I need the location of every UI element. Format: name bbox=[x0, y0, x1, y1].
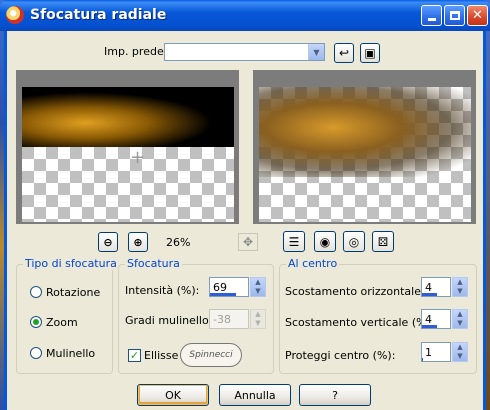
source-preview-canvas[interactable]: + bbox=[22, 87, 234, 222]
v-offset-spinner[interactable]: ▲ ▼ bbox=[452, 309, 468, 329]
blur-type-title: Tipo di sfocatura bbox=[23, 257, 119, 270]
help-button[interactable]: ? bbox=[299, 384, 371, 406]
crosshair-icon: + bbox=[130, 147, 146, 168]
zoom-in-button[interactable]: ⊕ bbox=[128, 232, 148, 252]
source-preview[interactable]: + bbox=[16, 70, 239, 224]
auto-proof-eye-icon: ◎ bbox=[348, 234, 360, 249]
twirl-degrees-label: Gradi mulinello: bbox=[125, 314, 213, 327]
intensity-spinner[interactable]: ▲ ▼ bbox=[250, 277, 266, 297]
radio-rotation-label[interactable]: Rotazione bbox=[46, 286, 100, 299]
reset-arrow-icon: ↩ bbox=[338, 46, 350, 60]
minimize-button[interactable] bbox=[421, 5, 442, 26]
twirl-degrees-value: -38 bbox=[213, 313, 231, 326]
protect-center-value: 1 bbox=[425, 346, 432, 359]
radio-twirl[interactable] bbox=[30, 347, 42, 359]
app-icon bbox=[6, 6, 24, 24]
radial-blur-dialog: Sfocatura radiale ✕ Imp. predef.: ▼ ↩ ▣ … bbox=[0, 0, 490, 410]
pan-icon[interactable]: ✥ bbox=[238, 233, 258, 251]
protect-center-input[interactable]: 1 bbox=[421, 342, 451, 362]
h-offset-slider-bar[interactable] bbox=[422, 293, 437, 296]
result-preview[interactable] bbox=[253, 70, 476, 224]
blur-title: Sfocatura bbox=[125, 257, 182, 270]
title-bar[interactable]: Sfocatura radiale ✕ bbox=[0, 0, 490, 31]
h-offset-input[interactable]: 4 bbox=[421, 277, 451, 297]
randomize-button[interactable]: ⚄ bbox=[372, 231, 394, 252]
proof-eye-icon: ◉ bbox=[319, 234, 331, 249]
reset-preset-button[interactable]: ↩ bbox=[334, 43, 354, 63]
radio-zoom-label[interactable]: Zoom bbox=[46, 316, 78, 329]
window-title: Sfocatura radiale bbox=[30, 7, 167, 23]
save-floppy-icon: ▣ bbox=[364, 46, 376, 60]
intensity-label: Intensità (%): bbox=[125, 284, 200, 297]
intensity-slider-bar[interactable] bbox=[210, 293, 237, 296]
zoom-out-button[interactable]: ⊖ bbox=[98, 232, 118, 252]
zoom-out-icon: ⊖ bbox=[103, 235, 113, 249]
ok-button[interactable]: OK bbox=[137, 384, 209, 406]
close-icon: ✕ bbox=[472, 8, 483, 23]
randomize-dice-icon: ⚄ bbox=[377, 234, 389, 249]
watermark-text: Spinnecci bbox=[189, 350, 233, 360]
chevron-down-icon[interactable]: ▼ bbox=[308, 44, 324, 60]
h-offset-spinner[interactable]: ▲ ▼ bbox=[452, 277, 468, 297]
protect-center-spinner[interactable]: ▲ ▼ bbox=[452, 342, 468, 362]
radio-zoom[interactable] bbox=[30, 316, 42, 328]
settings-list-icon: ☰ bbox=[288, 234, 300, 249]
result-preview-canvas bbox=[259, 87, 471, 222]
intensity-input[interactable]: 69 bbox=[209, 277, 249, 297]
twirl-degrees-spinner: ▲ ▼ bbox=[250, 309, 266, 329]
blurred-image bbox=[259, 87, 471, 177]
cancel-button[interactable]: Annulla bbox=[219, 384, 291, 406]
watermark-stamp: Spinnecci bbox=[180, 343, 242, 367]
settings-list-button[interactable]: ☰ bbox=[283, 231, 305, 252]
v-offset-slider-bar[interactable] bbox=[422, 325, 437, 328]
v-offset-input[interactable]: 4 bbox=[421, 309, 451, 329]
zoom-in-icon: ⊕ bbox=[133, 235, 143, 249]
center-title: Al centro bbox=[286, 257, 340, 270]
protect-center-label: Proteggi centro (%): bbox=[285, 349, 396, 362]
close-button[interactable]: ✕ bbox=[467, 5, 488, 26]
twirl-degrees-input: -38 bbox=[209, 309, 249, 329]
proof-button[interactable]: ◉ bbox=[314, 231, 336, 252]
maximize-button[interactable] bbox=[444, 5, 465, 26]
preset-dropdown[interactable]: ▼ bbox=[164, 43, 325, 61]
v-offset-label: Scostamento verticale (%): bbox=[285, 316, 435, 329]
ellipse-checkbox[interactable]: ✓ bbox=[128, 349, 141, 362]
zoom-level: 26% bbox=[166, 236, 191, 249]
ellipse-label[interactable]: Ellisse bbox=[144, 349, 178, 362]
radio-rotation[interactable] bbox=[30, 286, 42, 298]
radio-twirl-label[interactable]: Mulinello bbox=[46, 347, 95, 360]
auto-proof-button[interactable]: ◎ bbox=[343, 231, 365, 252]
save-preset-button[interactable]: ▣ bbox=[360, 43, 380, 63]
source-image bbox=[22, 87, 234, 147]
